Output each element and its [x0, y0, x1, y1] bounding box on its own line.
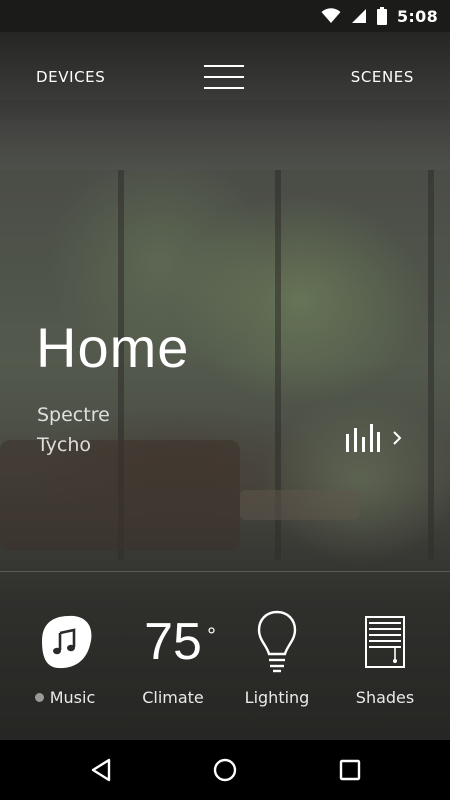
battery-icon: [377, 7, 387, 25]
back-icon[interactable]: [87, 756, 115, 784]
temperature-value: 75 °: [144, 613, 216, 671]
music-tile[interactable]: Music: [10, 596, 120, 726]
now-playing-button[interactable]: [346, 424, 416, 456]
lighting-label: Lighting: [244, 688, 310, 707]
shades-tile[interactable]: Shades: [330, 596, 440, 726]
cell-signal-icon: [351, 8, 367, 24]
active-dot-icon: [34, 693, 44, 702]
shades-icon: [330, 596, 440, 688]
temperature-number: 75: [144, 613, 202, 671]
climate-label: Climate: [142, 688, 204, 707]
background-table: [240, 490, 360, 520]
home-icon[interactable]: [211, 756, 239, 784]
background-window-frame: [428, 170, 434, 560]
background-couch: [0, 440, 240, 550]
climate-readout: 75 °: [118, 596, 228, 688]
top-navigation: DEVICES SCENES: [0, 32, 450, 122]
divider: [0, 571, 450, 572]
degree-symbol: °: [207, 623, 216, 648]
recent-apps-icon[interactable]: [336, 756, 364, 784]
menu-icon[interactable]: [204, 65, 246, 91]
scenes-link[interactable]: SCENES: [351, 68, 414, 86]
climate-tile[interactable]: 75 ° Climate: [118, 596, 228, 726]
shades-label: Shades: [355, 688, 415, 707]
speaker-list: Spectre Tycho: [37, 400, 110, 460]
lighting-tile[interactable]: Lighting: [222, 596, 332, 726]
music-label: Music: [10, 688, 120, 707]
status-bar: 5:08: [0, 0, 450, 32]
system-navigation-bar: [0, 740, 450, 800]
devices-link[interactable]: DEVICES: [36, 68, 105, 86]
equalizer-icon: [346, 424, 380, 456]
wifi-icon: [321, 8, 341, 24]
chevron-right-icon: [392, 430, 402, 450]
lightbulb-icon: [222, 596, 332, 688]
speaker-item[interactable]: Tycho: [37, 430, 110, 460]
page-title: Home: [36, 316, 190, 379]
status-time: 5:08: [397, 6, 438, 26]
speaker-item[interactable]: Spectre: [37, 400, 110, 430]
music-label-text: Music: [49, 688, 96, 707]
music-note-icon: [10, 596, 120, 688]
